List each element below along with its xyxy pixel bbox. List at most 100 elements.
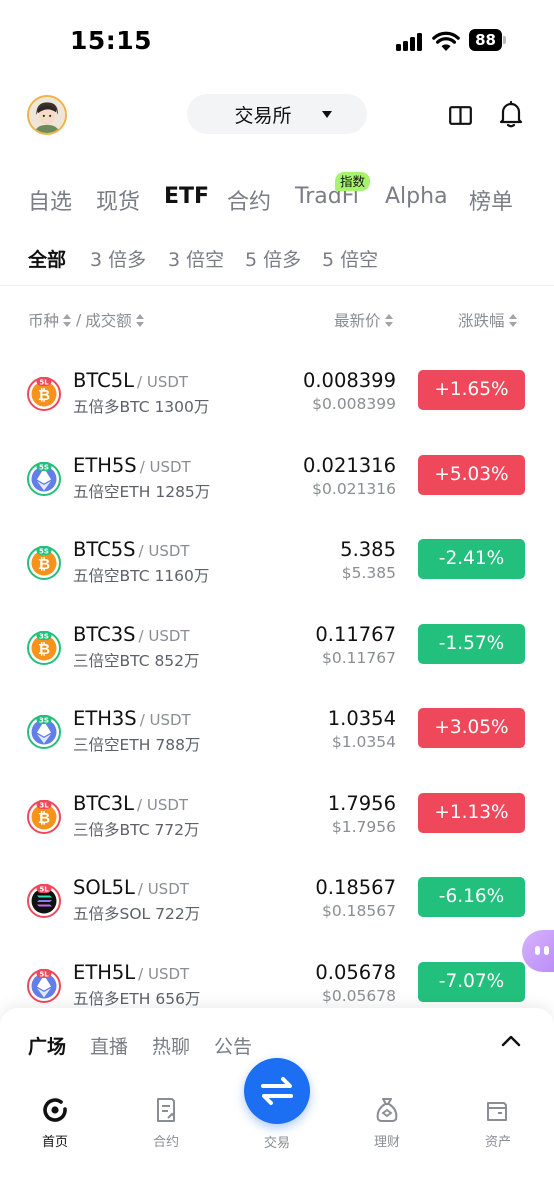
pair-quote: / USDT (139, 457, 191, 476)
market-row[interactable]: 5L SOL5L / USDT 五倍多SOL 722万 0.18567 $0.18567 -… (0, 872, 554, 956)
sort-icon (135, 313, 144, 327)
pair-volume: 五倍多ETH 656万 (73, 989, 201, 1008)
battery-level: 88 (469, 29, 502, 51)
change-percent-button[interactable]: -2.41% (418, 539, 525, 579)
pair-symbol: BTC5S (73, 538, 136, 561)
pair-volume: 三倍空ETH 788万 (73, 736, 201, 754)
tab-spot[interactable]: 现货 (96, 184, 140, 216)
subtab-all[interactable]: 全部 (28, 245, 66, 272)
chevron-up-icon[interactable] (500, 1030, 522, 1052)
market-tabs: 自选 现货 ETF 合约 TradFi Alpha 榜单 (0, 180, 554, 220)
feed-tab-chat[interactable]: 热聊 (152, 1032, 190, 1059)
btc-5l-icon: ₿5L (27, 377, 61, 411)
svg-text:5S: 5S (39, 463, 49, 471)
svg-text:5S: 5S (39, 547, 49, 555)
svg-text:5L: 5L (39, 378, 49, 386)
svg-text:3L: 3L (39, 801, 49, 809)
svg-text:3S: 3S (39, 716, 49, 724)
pair-name: ETH5S / USDT (73, 454, 191, 477)
market-row[interactable]: ₿ 3S BTC3S / USDT 三倍空BTC 852万 0.11767 $0.11767… (0, 619, 554, 703)
subtab-3x-short[interactable]: 3 倍空 (168, 245, 224, 272)
change-percent-button[interactable]: -6.16% (418, 877, 525, 917)
change-percent-button[interactable]: +1.65% (418, 370, 525, 410)
nav-trade[interactable]: 交易 (237, 1132, 317, 1151)
pair-symbol: ETH3S (73, 707, 137, 730)
feed-tab-square[interactable]: 广场 (28, 1032, 66, 1059)
exchange-switcher[interactable]: 交易所 (187, 94, 367, 134)
tradfi-badge: 指数 (335, 172, 371, 191)
change-percent-button[interactable]: +5.03% (418, 454, 525, 495)
column-header-price[interactable]: 最新价 (334, 309, 393, 331)
pair-symbol: ETH5S (73, 453, 137, 477)
last-price-usd: $0.05678 (322, 986, 396, 1005)
svg-text:5L: 5L (39, 970, 49, 978)
eth-3s-icon: 3S (27, 715, 61, 749)
change-percent-button[interactable]: +3.05% (418, 708, 525, 748)
split-view-icon[interactable] (449, 106, 472, 125)
tab-rankings[interactable]: 榜单 (469, 184, 513, 216)
pair-quote: / USDT (138, 964, 190, 983)
pair-name: BTC5S / USDT (73, 538, 190, 561)
market-row[interactable]: ₿ 5S BTC5S / USDT 五倍空BTC 1160万 5.385 $5.385 -2.… (0, 534, 554, 618)
column-header-change[interactable]: 涨跌幅 (458, 309, 517, 331)
notification-bell-icon[interactable] (498, 100, 524, 128)
battery-icon: 88 (469, 29, 507, 51)
svg-text:₿: ₿ (38, 386, 50, 404)
btc-3s-icon: ₿3S (27, 630, 61, 665)
last-price: 0.05678 (315, 960, 396, 984)
sort-icon (508, 313, 517, 327)
nav-contract[interactable]: 合约 (126, 1096, 206, 1150)
feed-tab-announcements[interactable]: 公告 (214, 1032, 252, 1059)
change-percent-button[interactable]: -1.57% (418, 623, 525, 664)
btc-3l-icon: ₿3L (27, 799, 61, 834)
trade-button[interactable] (244, 1058, 310, 1124)
home-icon (43, 1098, 67, 1122)
contract-icon (157, 1098, 175, 1122)
avatar-image (29, 97, 65, 133)
pair-symbol: BTC3S (73, 622, 136, 646)
pair-volume: 三倍空BTC 852万 (73, 651, 200, 670)
pair-volume: 五倍空BTC 1160万 (73, 567, 210, 585)
tab-alpha[interactable]: Alpha (385, 184, 448, 209)
market-row[interactable]: 3S ETH3S / USDT 三倍空ETH 788万 1.0354 $1.0354 +3.… (0, 703, 554, 787)
pair-quote: / USDT (137, 373, 189, 391)
avatar[interactable] (27, 95, 67, 135)
tab-favorites[interactable]: 自选 (28, 184, 72, 216)
column-separator: / (76, 311, 82, 329)
change-percent-button[interactable]: -7.07% (418, 961, 525, 1002)
pair-volume: 五倍多SOL 722万 (73, 905, 201, 923)
last-price-usd: $0.11767 (322, 648, 396, 667)
feed-tab-live[interactable]: 直播 (90, 1032, 128, 1059)
tab-etf[interactable]: ETF (164, 184, 209, 209)
subtab-3x-long[interactable]: 3 倍多 (90, 245, 146, 272)
change-percent-button[interactable]: +1.13% (418, 792, 525, 833)
nav-trade-label: 交易 (263, 1136, 290, 1151)
market-row[interactable]: ₿ 3L BTC3L / USDT 三倍多BTC 772万 1.7956 $1.7956 +1… (0, 788, 554, 872)
nav-home[interactable]: 首页 (15, 1096, 95, 1150)
btc-5s-icon: ₿5S (27, 546, 61, 580)
cellular-signal-icon (396, 33, 422, 51)
pair-quote: / USDT (137, 880, 189, 898)
eth-5s-icon: 5S (27, 461, 61, 496)
last-price: 0.021316 (302, 453, 396, 477)
svg-text:₿: ₿ (38, 555, 50, 573)
subtab-5x-long[interactable]: 5 倍多 (245, 245, 301, 272)
pair-symbol: BTC3L (73, 791, 135, 815)
eth-5l-icon: 5L (27, 968, 61, 1003)
nav-finance[interactable]: 理财 (347, 1096, 427, 1150)
last-price-usd: $1.0354 (331, 733, 396, 751)
divider (0, 285, 554, 286)
pair-quote: / USDT (139, 711, 191, 729)
column-header-coin-volume[interactable]: 币种 / 成交额 (28, 309, 144, 331)
subtab-5x-short[interactable]: 5 倍空 (322, 245, 378, 272)
pair-volume: 五倍空ETH 1285万 (73, 482, 211, 501)
tab-futures[interactable]: 合约 (227, 184, 271, 216)
market-row[interactable]: 5S ETH5S / USDT 五倍空ETH 1285万 0.021316 $0.0213… (0, 450, 554, 534)
nav-assets[interactable]: 资产 (458, 1096, 538, 1150)
column-price-label: 最新价 (334, 312, 381, 330)
market-row[interactable]: ₿ 5L BTC5L / USDT 五倍多BTC 1300万 0.008399 $0.008… (0, 365, 554, 449)
nav-assets-label: 资产 (484, 1135, 511, 1150)
pair-name: BTC3S / USDT (73, 623, 190, 646)
column-change-label: 涨跌幅 (458, 312, 505, 330)
pair-name: SOL5L / USDT (73, 876, 189, 899)
